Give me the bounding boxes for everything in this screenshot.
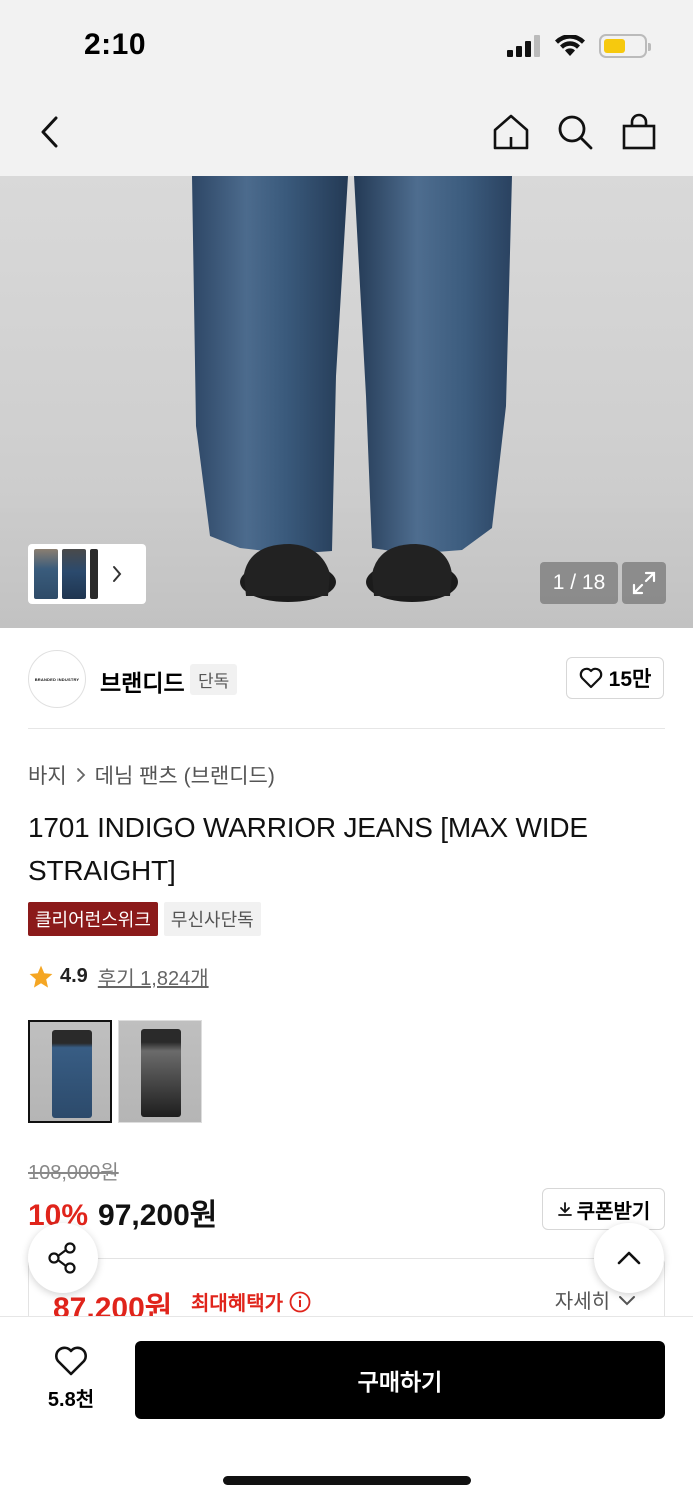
chevron-left-icon — [41, 116, 58, 148]
bottom-action-bar: 5.8천 구매하기 — [0, 1316, 693, 1500]
brand-name[interactable]: 브랜디드 — [100, 664, 185, 698]
status-time: 2:10 — [84, 28, 147, 61]
info-icon[interactable] — [289, 1291, 311, 1313]
sale-price: 97,200원 — [98, 1199, 218, 1232]
search-button[interactable] — [553, 110, 597, 154]
chevron-right-icon — [113, 566, 122, 582]
gallery-thumbnail-strip[interactable] — [28, 544, 146, 604]
gallery-thumbnail[interactable] — [34, 549, 58, 599]
brand-exclusive-tag: 단독 — [190, 664, 238, 695]
expand-image-button[interactable] — [622, 562, 666, 604]
gallery-thumbnail[interactable] — [62, 549, 86, 599]
nav-bar — [0, 88, 693, 176]
max-benefit-label: 최대혜택가 — [191, 1287, 311, 1316]
max-benefit-label-text: 최대혜택가 — [191, 1293, 283, 1315]
chevron-down-icon — [619, 1295, 635, 1305]
product-image-gallery[interactable]: 1 / 18 — [0, 176, 693, 628]
variant-indigo[interactable] — [28, 1020, 112, 1123]
coupon-button[interactable]: 쿠폰받기 — [542, 1188, 665, 1230]
variant-black[interactable] — [118, 1020, 202, 1123]
expand-icon — [632, 571, 656, 595]
share-button[interactable] — [28, 1223, 98, 1293]
brand-row: BRANDED INDUSTRY 브랜디드 단독 15만 — [0, 628, 693, 730]
gallery-thumbnail[interactable] — [90, 549, 98, 599]
home-button[interactable] — [489, 110, 533, 154]
share-icon — [48, 1242, 76, 1274]
back-button[interactable] — [28, 110, 72, 154]
promo-tag: 클리어런스위크 — [28, 902, 158, 936]
battery-icon — [599, 34, 651, 58]
like-count: 5.8천 — [47, 1389, 95, 1411]
review-link[interactable]: 후기 1,824개 — [98, 962, 209, 991]
heart-outline-icon — [55, 1346, 87, 1376]
home-icon — [493, 114, 529, 150]
status-bar: 2:10 — [0, 0, 693, 88]
search-icon — [558, 115, 593, 150]
rating-score: 4.9 — [60, 965, 88, 987]
divider — [28, 728, 665, 729]
shopping-bag-icon — [622, 113, 656, 150]
breadcrumb-category[interactable]: 바지 — [28, 760, 67, 790]
home-indicator — [223, 1476, 471, 1485]
brand-favorite-count: 15만 — [608, 668, 652, 691]
chevron-up-icon — [617, 1251, 641, 1265]
benefit-detail-label: 자세히 — [554, 1291, 610, 1313]
chevron-right-icon — [76, 768, 85, 782]
like-button[interactable]: 5.8천 — [40, 1345, 102, 1412]
coupon-label: 쿠폰받기 — [576, 1200, 651, 1223]
cellular-signal-icon — [507, 35, 540, 57]
buy-button[interactable]: 구매하기 — [135, 1341, 665, 1419]
color-variant-list — [28, 1020, 202, 1123]
wifi-icon — [555, 35, 585, 56]
brand-logo[interactable]: BRANDED INDUSTRY — [28, 650, 86, 708]
image-counter: 1 / 18 — [540, 562, 618, 604]
brand-favorite-button[interactable]: 15만 — [566, 657, 664, 699]
product-tags: 클리어런스위크 무신사단독 — [28, 902, 261, 936]
download-icon — [557, 1202, 572, 1216]
breadcrumb-subcategory[interactable]: 데님 팬츠 (브랜디드) — [95, 760, 275, 790]
star-icon — [29, 965, 53, 988]
product-title: 1701 INDIGO WARRIOR JEANS [MAX WIDE STRA… — [28, 812, 588, 886]
exclusive-tag: 무신사단독 — [163, 902, 261, 936]
scroll-to-top-button[interactable] — [594, 1223, 664, 1293]
original-price: 108,000원 — [28, 1162, 119, 1184]
status-icons — [507, 34, 651, 58]
rating-row: 4.9 후기 1,824개 — [28, 962, 209, 991]
cart-button[interactable] — [617, 110, 661, 154]
breadcrumb: 바지 데님 팬츠 (브랜디드) — [28, 760, 275, 790]
heart-outline-icon — [579, 667, 602, 689]
